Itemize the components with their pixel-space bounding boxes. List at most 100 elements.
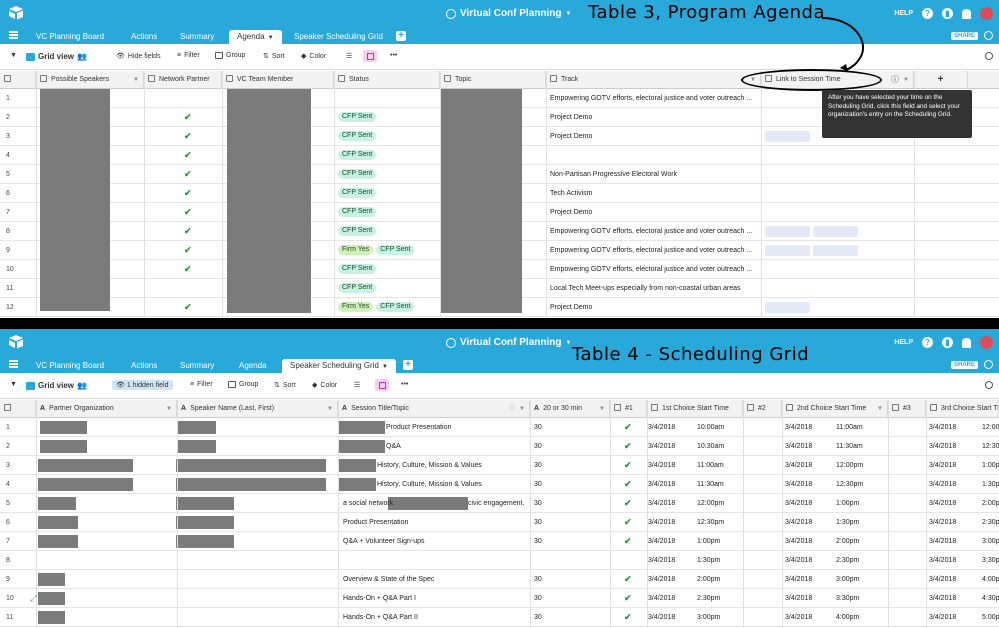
tab-agenda[interactable]: Agenda: [231, 359, 275, 373]
group-button[interactable]: Group: [228, 381, 258, 388]
menu-icon[interactable]: [9, 31, 18, 39]
share-view-button[interactable]: [363, 50, 377, 62]
date-time-cell[interactable]: 3/4/2018: [648, 437, 675, 456]
linked-record-chip[interactable]: [813, 226, 858, 237]
column-header[interactable]: A Session Title/Topic ⓘ ▼: [338, 400, 530, 418]
date-time-cell[interactable]: 1:30p: [982, 475, 999, 494]
date-time-cell[interactable]: 3/4/2018: [785, 513, 812, 532]
status-cell[interactable]: CFP Sent: [334, 146, 440, 160]
column-header[interactable]: VC Team Member: [222, 71, 334, 89]
date-time-cell[interactable]: 3:30p: [982, 551, 999, 570]
date-time-cell[interactable]: 2:00p: [982, 494, 999, 513]
date-time-cell[interactable]: 3/4/2018: [785, 570, 812, 589]
linked-record-chip[interactable]: [765, 245, 810, 256]
date-time-cell[interactable]: 12:00pm: [836, 456, 863, 475]
date-time-cell[interactable]: 3/4/2018: [648, 608, 675, 627]
status-cell[interactable]: CFP Sent: [334, 184, 440, 198]
duration-cell[interactable]: 30: [530, 475, 542, 494]
checkmark-icon[interactable]: ✔: [180, 298, 192, 317]
tab-summary[interactable]: Summary: [172, 359, 222, 373]
notifications-icon[interactable]: ▮: [942, 337, 953, 348]
duration-cell[interactable]: 30: [530, 532, 542, 551]
row-height-icon[interactable]: ☰: [354, 381, 360, 389]
session-title-cell[interactable]: Hands-On + Q&A Part II: [343, 608, 418, 627]
table-row[interactable]: 3 History, Culture, Mission & Values 30 ✔ 3/…: [0, 456, 999, 475]
menu-icon[interactable]: [9, 360, 18, 368]
date-time-cell[interactable]: 12:30pm: [697, 513, 724, 532]
date-time-cell[interactable]: 3/4/2018: [648, 589, 675, 608]
date-time-cell[interactable]: 11:30am: [836, 437, 863, 456]
checkmark-icon[interactable]: ✔: [620, 532, 632, 551]
track-cell[interactable]: Empowering GOTV efforts, electoral justi…: [546, 89, 761, 108]
date-time-cell[interactable]: 10:30am: [697, 437, 724, 456]
date-time-cell[interactable]: 5:00p: [982, 608, 999, 627]
linked-record-chip[interactable]: [813, 245, 858, 256]
table-row[interactable]: 4 History, Culture, Mission & Values 30 ✔ 3/…: [0, 475, 999, 494]
session-title-cell[interactable]: History, Culture, Mission & Values: [377, 456, 482, 475]
date-time-cell[interactable]: 3/4/2018: [785, 437, 812, 456]
date-time-cell[interactable]: 3/4/2018: [648, 513, 675, 532]
checkmark-icon[interactable]: ✔: [180, 222, 192, 241]
checkmark-icon[interactable]: ✔: [620, 570, 632, 589]
track-cell[interactable]: Empowering GOTV efforts, electoral justi…: [546, 241, 761, 260]
row-height-icon[interactable]: ☰: [346, 52, 352, 60]
date-time-cell[interactable]: 3/4/2018: [785, 532, 812, 551]
more-icon[interactable]: •••: [401, 381, 408, 388]
date-time-cell[interactable]: 3/4/2018: [929, 551, 956, 570]
help-icon[interactable]: ?: [922, 8, 933, 19]
date-time-cell[interactable]: 12:00pm: [697, 494, 724, 513]
date-time-cell[interactable]: 4:00p: [982, 570, 999, 589]
date-time-cell[interactable]: 3/4/2018: [648, 418, 675, 437]
date-time-cell[interactable]: 3/4/2018: [929, 475, 956, 494]
table-row[interactable]: 7 Q&A + Volunteer Sign-ups 30 ✔ 3/4/2018 1:00…: [0, 532, 999, 551]
sort-button[interactable]: ⇅ Sort: [263, 52, 285, 61]
date-time-cell[interactable]: 3:00pm: [697, 608, 720, 627]
date-time-cell[interactable]: 3/4/2018: [785, 456, 812, 475]
date-time-cell[interactable]: 2:30pm: [836, 551, 859, 570]
session-title-cell[interactable]: Overview & State of the Spec: [343, 570, 434, 589]
status-cell[interactable]: CFP Sent: [334, 108, 440, 122]
link-cell[interactable]: [761, 298, 914, 315]
linked-record-chip[interactable]: [765, 131, 810, 142]
column-header[interactable]: 3rd Choice Start Ti: [926, 400, 999, 418]
notifications-icon[interactable]: ▮: [942, 8, 953, 19]
checkmark-icon[interactable]: ✔: [180, 165, 192, 184]
tab-vc-planning-board[interactable]: VC Planning Board: [28, 359, 112, 373]
date-time-cell[interactable]: 3/4/2018: [648, 475, 675, 494]
date-time-cell[interactable]: 11:00am: [697, 456, 724, 475]
history-icon[interactable]: [984, 31, 993, 40]
filter-button[interactable]: ≡ Filter: [190, 381, 213, 388]
date-time-cell[interactable]: 3/4/2018: [785, 589, 812, 608]
table-row[interactable]: 1 Product Presentation 30 ✔ 3/4/2018 10:00am 3…: [0, 418, 999, 437]
tab-actions[interactable]: Actions: [123, 359, 165, 373]
date-time-cell[interactable]: 12:30pm: [836, 475, 863, 494]
date-time-cell[interactable]: 1:30pm: [697, 551, 720, 570]
track-cell[interactable]: Empowering GOTV efforts, electoral justi…: [546, 260, 761, 279]
date-time-cell[interactable]: 12:30: [982, 437, 999, 456]
color-button[interactable]: ◆ Color: [301, 52, 326, 61]
view-switcher[interactable]: Grid view 👥: [26, 52, 87, 61]
history-icon[interactable]: [984, 360, 993, 369]
toggle-sidebar-icon[interactable]: ▼: [10, 52, 17, 59]
checkmark-icon[interactable]: ✔: [180, 108, 192, 127]
checkmark-icon[interactable]: ✔: [180, 260, 192, 279]
hide-fields-button[interactable]: 👁 Hide fields: [116, 52, 161, 61]
date-time-cell[interactable]: 3:30pm: [836, 589, 859, 608]
column-header[interactable]: Track ▼: [546, 71, 761, 89]
expand-record-icon[interactable]: ⤢: [26, 589, 37, 608]
session-title-cell[interactable]: Q&A + Volunteer Sign-ups: [343, 532, 425, 551]
date-time-cell[interactable]: 2:30p: [982, 513, 999, 532]
session-title-cell[interactable]: a social network: [343, 494, 393, 513]
date-time-cell[interactable]: 3/4/2018: [929, 456, 956, 475]
add-field-button[interactable]: +: [914, 71, 968, 89]
table-row[interactable]: 2 Q&A 30 ✔ 3/4/2018 10:30am 3/4/2018 11:30am 3/4…: [0, 437, 999, 456]
session-title-cell[interactable]: Product Presentation: [343, 513, 408, 532]
table-row[interactable]: 5 a social network civic engagement. 30 ✔ 3/4…: [0, 494, 999, 513]
session-title-cell[interactable]: History, Culture, Mission & Values: [377, 475, 482, 494]
column-header[interactable]: #1: [610, 400, 647, 418]
track-cell[interactable]: Project Demo: [546, 298, 761, 317]
status-cell[interactable]: CFP Sent: [334, 127, 440, 141]
select-all-checkbox[interactable]: [0, 71, 36, 89]
column-header[interactable]: A 20 or 30 min ▼: [530, 400, 610, 418]
date-time-cell[interactable]: 4:30p: [982, 589, 999, 608]
